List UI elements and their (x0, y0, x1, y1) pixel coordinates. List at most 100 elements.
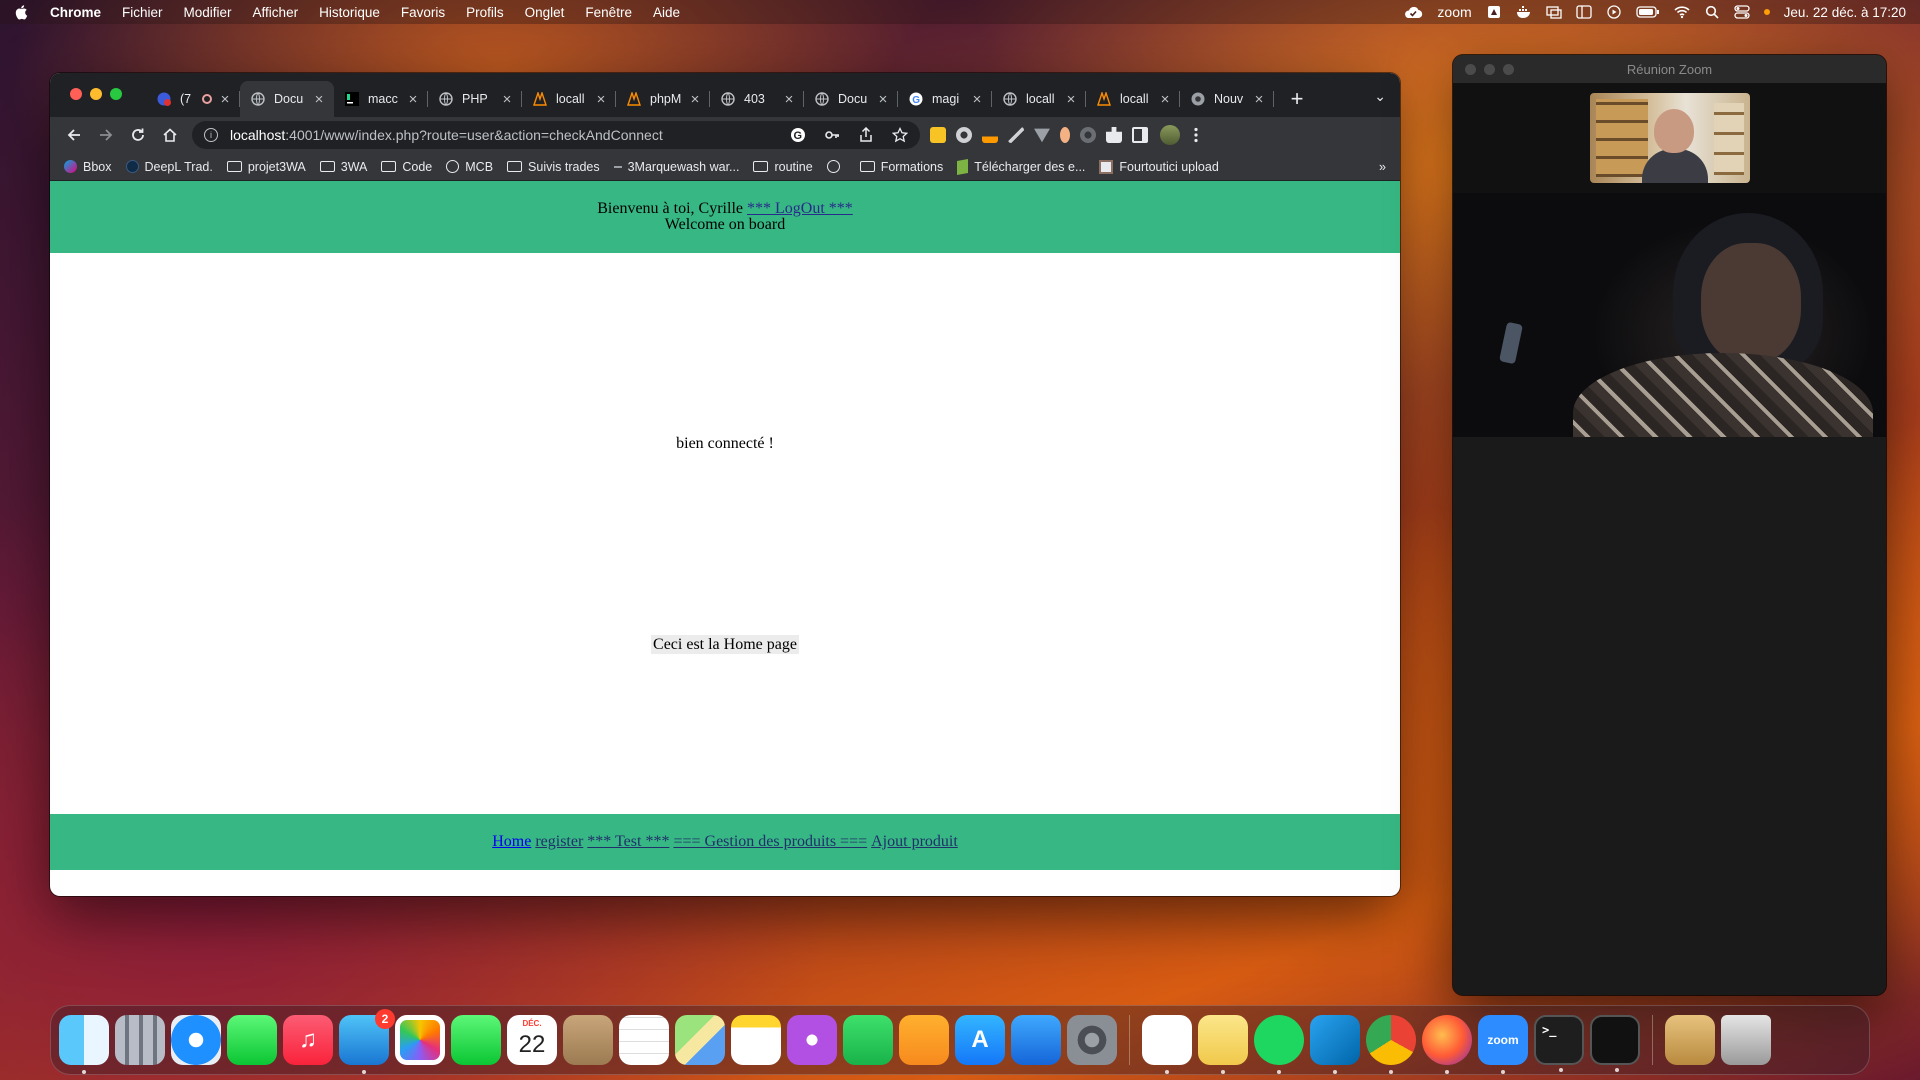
pen-extension-icon[interactable] (1008, 127, 1024, 143)
cloud-check-icon[interactable] (1403, 5, 1423, 19)
tab-localhost-2[interactable]: locall × (992, 81, 1086, 117)
dock-system-preferences-icon[interactable] (1067, 1015, 1117, 1065)
close-tab-icon[interactable]: × (406, 91, 420, 108)
dock-activity-monitor-icon[interactable] (1590, 1015, 1640, 1072)
puzzle-extensions-icon[interactable] (1106, 127, 1122, 143)
active-speaker-video[interactable] (1453, 193, 1886, 437)
tab-document[interactable]: Docu × (240, 81, 334, 117)
menu-aide[interactable]: Aide (653, 5, 680, 20)
dock-terminal-icon[interactable]: >_ (1534, 1015, 1584, 1072)
drive-icon[interactable] (1486, 5, 1502, 19)
dock-pages-icon[interactable] (899, 1015, 949, 1065)
bookmark-formations[interactable]: Formations (859, 160, 943, 174)
fullscreen-window-button[interactable] (110, 88, 122, 100)
menu-afficher[interactable]: Afficher (253, 5, 299, 20)
dock-calendar-icon[interactable]: DÉC. 22 (507, 1015, 557, 1065)
docker-icon[interactable] (1516, 5, 1532, 19)
bookmark-suivis-trades[interactable]: Suivis trades (507, 160, 600, 174)
sticky-note-extension-icon[interactable] (930, 127, 946, 143)
zoom-fullscreen-button[interactable] (1503, 64, 1514, 75)
dock-notes-icon[interactable] (731, 1015, 781, 1065)
bookmark-projet3wa[interactable]: projet3WA (226, 160, 306, 174)
tab-search-chevron-icon[interactable]: ⌄ (1374, 88, 1386, 105)
apple-icon[interactable] (14, 4, 30, 20)
bookmarks-overflow-chevron-icon[interactable]: » (1379, 160, 1386, 174)
dock-spotify-icon[interactable] (1254, 1015, 1304, 1074)
zoom-status-label[interactable]: zoom (1437, 4, 1471, 20)
menubar-datetime[interactable]: Jeu. 22 déc. à 17:20 (1784, 5, 1906, 20)
close-tab-icon[interactable]: × (500, 91, 514, 108)
forward-button[interactable] (90, 121, 122, 149)
tab-php[interactable]: PHP × (428, 81, 522, 117)
dock-archive-icon[interactable] (1665, 1015, 1715, 1065)
tab-phpmyadmin[interactable]: phpM × (616, 81, 710, 117)
dock-numbers-icon[interactable] (843, 1015, 893, 1065)
dock-zoom-icon[interactable]: zoom (1478, 1015, 1528, 1074)
dock-contacts-icon[interactable] (563, 1015, 613, 1065)
tab-new-tab[interactable]: Nouv × (1180, 81, 1274, 117)
minimize-window-button[interactable] (90, 88, 102, 100)
tab-document-2[interactable]: Docu × (804, 81, 898, 117)
profile-avatar[interactable] (1160, 125, 1180, 145)
new-tab-button[interactable]: + (1280, 81, 1314, 117)
control-center-icon[interactable] (1734, 5, 1750, 19)
sidebar-icon[interactable] (1576, 5, 1592, 19)
dock-photos-icon[interactable] (395, 1015, 445, 1065)
settings-extension-icon[interactable] (1080, 127, 1096, 143)
close-tab-icon[interactable]: × (876, 91, 890, 108)
dock-maps-icon[interactable] (675, 1015, 725, 1065)
footer-link-home[interactable]: Home (492, 833, 531, 851)
close-tab-icon[interactable]: × (688, 91, 702, 108)
bookmark-bbox[interactable]: Bbox (64, 160, 112, 174)
google-lens-icon[interactable]: G (790, 127, 806, 143)
dock-trash-icon[interactable] (1721, 1015, 1771, 1065)
menu-profils[interactable]: Profils (466, 5, 504, 20)
bookmark-routine[interactable]: routine (753, 160, 813, 174)
menu-favoris[interactable]: Favoris (401, 5, 445, 20)
back-button[interactable] (58, 121, 90, 149)
url-text[interactable]: localhost:4001/www/index.php?route=user&… (230, 127, 663, 143)
chrome-menu-button[interactable] (1180, 121, 1212, 149)
close-tab-icon[interactable]: × (1252, 91, 1266, 108)
dock-safari-icon[interactable] (171, 1015, 221, 1065)
bookmark-fourtoutici[interactable]: Fourtoutici upload (1099, 159, 1219, 174)
dock-app-store-icon[interactable]: A (955, 1015, 1005, 1065)
site-info-icon[interactable]: i (204, 128, 218, 142)
dock-finder-icon[interactable] (59, 1015, 109, 1074)
dock-vscode-icon[interactable] (1310, 1015, 1360, 1074)
dock-firefox-icon[interactable] (1422, 1015, 1472, 1074)
tab-google-search[interactable]: G magi × (898, 81, 992, 117)
bookmark-3marquewash[interactable]: 3Marquewash war... (613, 160, 739, 174)
dock-stickies-icon[interactable] (1198, 1015, 1248, 1074)
share-icon[interactable] (858, 127, 874, 143)
play-icon[interactable] (1606, 5, 1622, 19)
close-tab-icon[interactable]: × (594, 91, 608, 108)
dock-chrome-icon[interactable] (1366, 1015, 1416, 1074)
close-tab-icon[interactable]: × (1158, 91, 1172, 108)
close-tab-icon[interactable]: × (782, 91, 796, 108)
menu-onglet[interactable]: Onglet (525, 5, 565, 20)
address-bar[interactable]: i localhost:4001/www/index.php?route=use… (192, 121, 920, 149)
dock-launchpad-icon[interactable] (115, 1015, 165, 1065)
menu-fichier[interactable]: Fichier (122, 5, 163, 20)
gear-extension-icon[interactable] (956, 127, 972, 143)
close-tab-icon[interactable]: × (970, 91, 984, 108)
footer-link-register[interactable]: register (535, 833, 583, 851)
footer-link-gestion-produits[interactable]: === Gestion des produits === (673, 833, 867, 851)
participant-video-thumbnail[interactable] (1589, 93, 1750, 183)
key-icon[interactable] (824, 127, 840, 143)
footer-link-test[interactable]: *** Test *** (587, 833, 669, 851)
menu-historique[interactable]: Historique (319, 5, 380, 20)
dock-facetime-icon[interactable] (451, 1015, 501, 1065)
close-window-button[interactable] (70, 88, 82, 100)
home-button[interactable] (154, 121, 186, 149)
close-tab-icon[interactable]: × (312, 91, 326, 108)
wifi-icon[interactable] (1674, 5, 1690, 19)
bookmark-code[interactable]: Code (381, 160, 432, 174)
tab-phpstorm[interactable]: macc × (334, 81, 428, 117)
battery-icon[interactable] (1636, 5, 1660, 19)
logout-link[interactable]: *** LogOut *** (747, 200, 853, 217)
dock-keynote-icon[interactable] (1011, 1015, 1061, 1065)
bookmark-telecharger[interactable]: Télécharger des e... (957, 158, 1085, 175)
menu-modifier[interactable]: Modifier (184, 5, 232, 20)
